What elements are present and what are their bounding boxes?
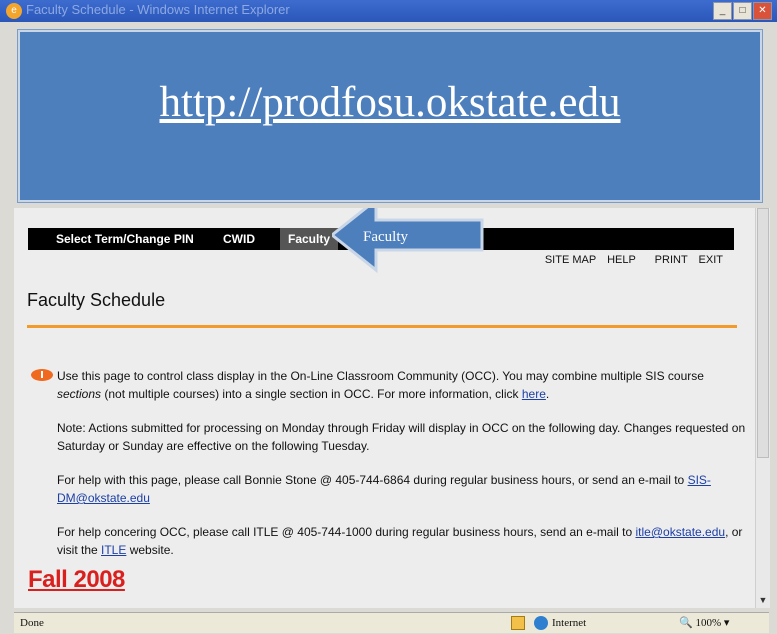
window-title: Faculty Schedule - Windows Internet Expl… — [26, 2, 290, 17]
vertical-scrollbar[interactable]: ▼ — [755, 208, 770, 608]
intro-line-2: sections (not multiple courses) into a s… — [57, 385, 747, 403]
intro-line-1: Use this page to control class display i… — [57, 369, 704, 383]
sis-email-link-cont[interactable]: DM@okstate.edu — [57, 491, 150, 505]
security-lock-icon — [511, 613, 529, 633]
callout-label: Faculty — [363, 229, 408, 245]
paragraph-note: Note: Actions submitted for processing o… — [57, 419, 747, 455]
site-map-link[interactable]: SITE MAP — [545, 254, 596, 266]
title-bar: e Faculty Schedule - Windows Internet Ex… — [0, 0, 777, 22]
occ-text-2: , or — [725, 525, 743, 539]
itle-website-link[interactable]: ITLE — [101, 543, 126, 557]
occ-line-2: visit the ITLE website. — [57, 541, 747, 559]
globe-icon — [534, 616, 548, 631]
help-link[interactable]: HELP — [607, 254, 636, 266]
zone-label: Internet — [552, 617, 587, 629]
paragraph-occ: For help concering OCC, please call ITLE… — [57, 523, 747, 559]
occ-text-4: website. — [126, 543, 174, 557]
help-line-1: For help with this page, please call Bon… — [57, 471, 747, 489]
here-link[interactable]: here — [522, 387, 546, 401]
browser-window: e Faculty Schedule - Windows Internet Ex… — [0, 0, 777, 634]
itle-email-link[interactable]: itle@okstate.edu — [636, 525, 726, 539]
intro-end: . — [545, 387, 550, 401]
sis-email-link[interactable]: SIS- — [688, 473, 711, 487]
fall-2008-label: Fall 2008 — [28, 566, 125, 593]
help-line-2: DM@okstate.edu — [57, 489, 747, 507]
url-link[interactable]: http://prodfosu.okstate.edu — [20, 78, 760, 127]
paragraph-intro: Use this page to control class display i… — [57, 367, 747, 403]
page-title: Faculty Schedule — [27, 290, 166, 310]
print-link[interactable]: PRINT — [655, 254, 688, 266]
close-button[interactable]: ✕ — [753, 2, 772, 20]
help-text: For help with this page, please call Bon… — [57, 473, 688, 487]
divider — [27, 325, 737, 328]
status-bar: Done Internet 🔍 100% ▾ — [14, 612, 769, 633]
nav-cwid[interactable]: CWID — [215, 228, 263, 250]
note-line-2: Saturday or Sunday are effective on the … — [57, 439, 370, 453]
maximize-button[interactable]: □ — [733, 2, 752, 20]
page-content: Select Term/Change PIN CWID Faculty Facu… — [14, 208, 755, 608]
internet-explorer-icon: e — [6, 3, 22, 19]
status-done: Done — [20, 617, 44, 629]
exit-link[interactable]: EXIT — [699, 254, 723, 266]
internet-zone: Internet — [534, 613, 586, 633]
info-icon — [31, 369, 53, 381]
minimize-button[interactable]: _ — [713, 2, 732, 20]
scroll-thumb[interactable] — [757, 208, 769, 458]
paragraph-help: For help with this page, please call Bon… — [57, 471, 747, 507]
url-banner: http://prodfosu.okstate.edu — [18, 30, 762, 202]
occ-line-1: For help concering OCC, please call ITLE… — [57, 523, 747, 541]
intro-italic: sections — [57, 387, 102, 401]
note-line-1: Note: Actions submitted for processing o… — [57, 421, 746, 435]
callout-arrow-icon — [332, 208, 484, 274]
scroll-down-icon[interactable]: ▼ — [757, 594, 769, 606]
nav-faculty[interactable]: Faculty — [280, 228, 339, 250]
occ-text-3: visit the — [57, 543, 102, 557]
zoom-level[interactable]: 🔍 100% ▾ — [679, 613, 729, 633]
top-links: SITE MAP HELP PRINT EXIT — [537, 254, 723, 266]
occ-text: For help concering OCC, please call ITLE… — [57, 525, 636, 539]
nav-select-term[interactable]: Select Term/Change PIN — [48, 228, 202, 250]
intro-text: (not multiple courses) into a single sec… — [101, 387, 522, 401]
zoom-value: 100% — [695, 617, 722, 629]
